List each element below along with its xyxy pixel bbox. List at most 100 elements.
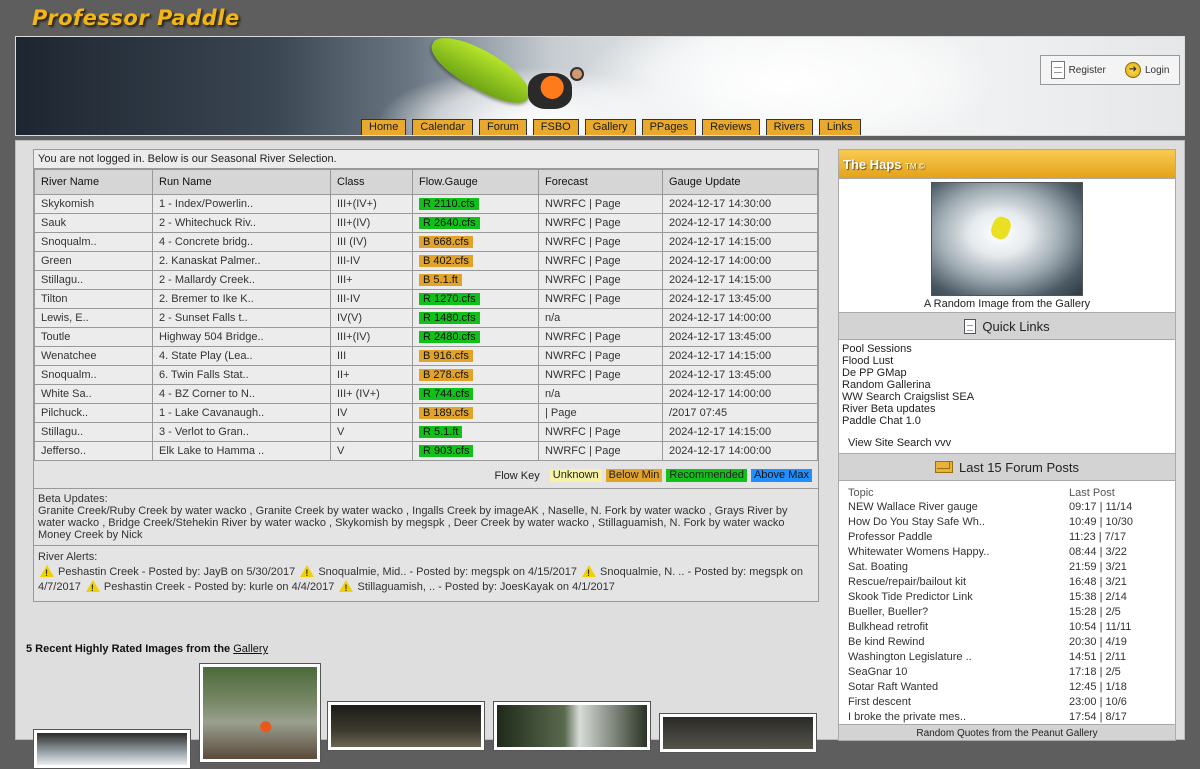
river-alert[interactable]: Stillaguamish, .. - Posted by: JoesKayak…: [337, 580, 615, 596]
forum-post-topic[interactable]: Sat. Boating: [848, 559, 1069, 574]
flow-gauge-badge[interactable]: R 1480.cfs: [419, 312, 480, 324]
nav-tab-links[interactable]: Links: [818, 119, 861, 135]
flow-gauge-badge[interactable]: R 5.1.ft: [419, 426, 463, 438]
nav-tab-home[interactable]: Home: [361, 119, 407, 135]
flow-gauge-badge[interactable]: B 668.cfs: [419, 236, 473, 248]
beta-updates-text[interactable]: Granite Creek/Ruby Creek by water wacko …: [38, 505, 814, 541]
run-name-cell[interactable]: Highway 504 Bridge..: [152, 327, 331, 347]
run-name-cell[interactable]: 4 - BZ Corner to N..: [152, 384, 331, 404]
forum-post-topic[interactable]: NEW Wallace River gauge: [848, 499, 1069, 514]
forecast-cell[interactable]: NWRFC | Page: [538, 327, 663, 347]
nav-tab-rivers[interactable]: Rivers: [765, 119, 813, 135]
col-gauge-update[interactable]: Gauge Update: [662, 169, 818, 195]
forecast-cell[interactable]: NWRFC | Page: [538, 232, 663, 252]
forum-post-topic[interactable]: Be kind Rewind: [848, 634, 1069, 649]
river-name-cell[interactable]: Tilton: [34, 289, 153, 309]
river-name-cell[interactable]: Snoqualm..: [34, 365, 153, 385]
forum-post-topic[interactable]: SeaGnar 10: [848, 664, 1069, 679]
flow-gauge-badge[interactable]: R 903.cfs: [419, 445, 474, 457]
run-name-cell[interactable]: 6. Twin Falls Stat..: [152, 365, 331, 385]
nav-tab-ppages[interactable]: PPages: [641, 119, 697, 135]
forecast-cell[interactable]: NWRFC | Page: [538, 289, 663, 309]
quick-link[interactable]: River Beta updates: [842, 403, 1172, 415]
forum-post-topic[interactable]: Washington Legislature ..: [848, 649, 1069, 664]
river-name-cell[interactable]: Wenatchee: [34, 346, 153, 366]
gallery-thumb[interactable]: [327, 701, 485, 751]
flow-gauge-badge[interactable]: R 2110.cfs: [419, 198, 479, 210]
random-image-caption[interactable]: A Random Image from the Gallery: [839, 298, 1175, 310]
gallery-link[interactable]: Gallery: [233, 643, 268, 655]
nav-tab-gallery[interactable]: Gallery: [584, 119, 636, 135]
river-name-cell[interactable]: Green: [34, 251, 153, 271]
col-forecast[interactable]: Forecast: [538, 169, 663, 195]
run-name-cell[interactable]: 2 - Sunset Falls t..: [152, 308, 331, 328]
forum-post-topic[interactable]: Professor Paddle: [848, 529, 1069, 544]
run-name-cell[interactable]: Elk Lake to Hamma ..: [152, 441, 331, 461]
river-name-cell[interactable]: Sauk: [34, 213, 153, 233]
gallery-thumb[interactable]: [659, 713, 817, 753]
flow-gauge-badge[interactable]: R 1270.cfs: [419, 293, 480, 305]
gallery-thumb[interactable]: [33, 729, 191, 769]
site-search-toggle[interactable]: View Site Search vvv: [842, 437, 1172, 449]
quick-link[interactable]: Flood Lust: [842, 355, 1172, 367]
river-alert[interactable]: Snoqualmie, Mid.. - Posted by: megspk on…: [298, 565, 577, 581]
run-name-cell[interactable]: 2. Kanaskat Palmer..: [152, 251, 331, 271]
river-name-cell[interactable]: Stillagu..: [34, 270, 153, 290]
river-alert[interactable]: Peshastin Creek - Posted by: kurle on 4/…: [84, 580, 334, 596]
forum-post-topic[interactable]: Whitewater Womens Happy..: [848, 544, 1069, 559]
run-name-cell[interactable]: 2 - Mallardy Creek..: [152, 270, 331, 290]
forecast-cell[interactable]: NWRFC | Page: [538, 365, 663, 385]
forecast-cell[interactable]: NWRFC | Page: [538, 194, 663, 214]
col-class[interactable]: Class: [330, 169, 413, 195]
forum-post-topic[interactable]: Sotar Raft Wanted: [848, 679, 1069, 694]
forecast-cell[interactable]: NWRFC | Page: [538, 441, 663, 461]
gallery-thumb[interactable]: [493, 701, 651, 751]
flow-gauge-badge[interactable]: B 5.1.ft: [419, 274, 462, 286]
gallery-thumb[interactable]: [199, 663, 321, 763]
run-name-cell[interactable]: 2. Bremer to Ike K..: [152, 289, 331, 309]
nav-tab-calendar[interactable]: Calendar: [412, 119, 473, 135]
nav-tab-forum[interactable]: Forum: [478, 119, 527, 135]
river-name-cell[interactable]: Jefferso..: [34, 441, 153, 461]
forecast-cell[interactable]: NWRFC | Page: [538, 422, 663, 442]
col-run-name[interactable]: Run Name: [152, 169, 331, 195]
col-river-name[interactable]: River Name: [34, 169, 153, 195]
forum-post-topic[interactable]: Bueller, Bueller?: [848, 604, 1069, 619]
forum-post-topic[interactable]: I broke the private mes..: [848, 709, 1069, 724]
forum-post-topic[interactable]: How Do You Stay Safe Wh..: [848, 514, 1069, 529]
random-gallery-image[interactable]: [931, 182, 1083, 296]
forum-post-topic[interactable]: Bulkhead retrofit: [848, 619, 1069, 634]
forecast-cell[interactable]: NWRFC | Page: [538, 346, 663, 366]
flow-gauge-badge[interactable]: B 278.cfs: [419, 369, 473, 381]
quick-link[interactable]: Paddle Chat 1.0: [842, 415, 1172, 427]
river-name-cell[interactable]: White Sa..: [34, 384, 153, 404]
quick-link[interactable]: Random Gallerina: [842, 379, 1172, 391]
run-name-cell[interactable]: 1 - Lake Cavanaugh..: [152, 403, 331, 423]
quick-link[interactable]: Pool Sessions: [842, 343, 1172, 355]
forecast-cell[interactable]: NWRFC | Page: [538, 270, 663, 290]
col-flow-gauge[interactable]: Flow.Gauge: [412, 169, 539, 195]
login-button[interactable]: ➜ Login: [1124, 62, 1169, 78]
river-name-cell[interactable]: Snoqualm..: [34, 232, 153, 252]
flow-gauge-badge[interactable]: B 402.cfs: [419, 255, 473, 267]
river-name-cell[interactable]: Toutle: [34, 327, 153, 347]
flow-gauge-badge[interactable]: R 744.cfs: [419, 388, 474, 400]
river-name-cell[interactable]: Pilchuck..: [34, 403, 153, 423]
flow-gauge-badge[interactable]: B 189.cfs: [419, 407, 473, 419]
forecast-cell[interactable]: n/a: [538, 384, 663, 404]
site-logo[interactable]: Professor Paddle: [32, 6, 240, 30]
run-name-cell[interactable]: 4 - Concrete bridg..: [152, 232, 331, 252]
forecast-cell[interactable]: n/a: [538, 308, 663, 328]
forum-post-topic[interactable]: First descent: [848, 694, 1069, 709]
flow-gauge-badge[interactable]: B 916.cfs: [419, 350, 473, 362]
forum-post-topic[interactable]: Rescue/repair/bailout kit: [848, 574, 1069, 589]
nav-tab-fsbo[interactable]: FSBO: [532, 119, 579, 135]
run-name-cell[interactable]: 4. State Play (Lea..: [152, 346, 331, 366]
register-button[interactable]: Register: [1050, 61, 1106, 79]
run-name-cell[interactable]: 2 - Whitechuck Riv..: [152, 213, 331, 233]
forecast-cell[interactable]: NWRFC | Page: [538, 213, 663, 233]
river-name-cell[interactable]: Lewis, E..: [34, 308, 153, 328]
river-name-cell[interactable]: Skykomish: [34, 194, 153, 214]
quick-link[interactable]: WW Search Craigslist SEA: [842, 391, 1172, 403]
flow-gauge-badge[interactable]: R 2640.cfs: [419, 217, 480, 229]
